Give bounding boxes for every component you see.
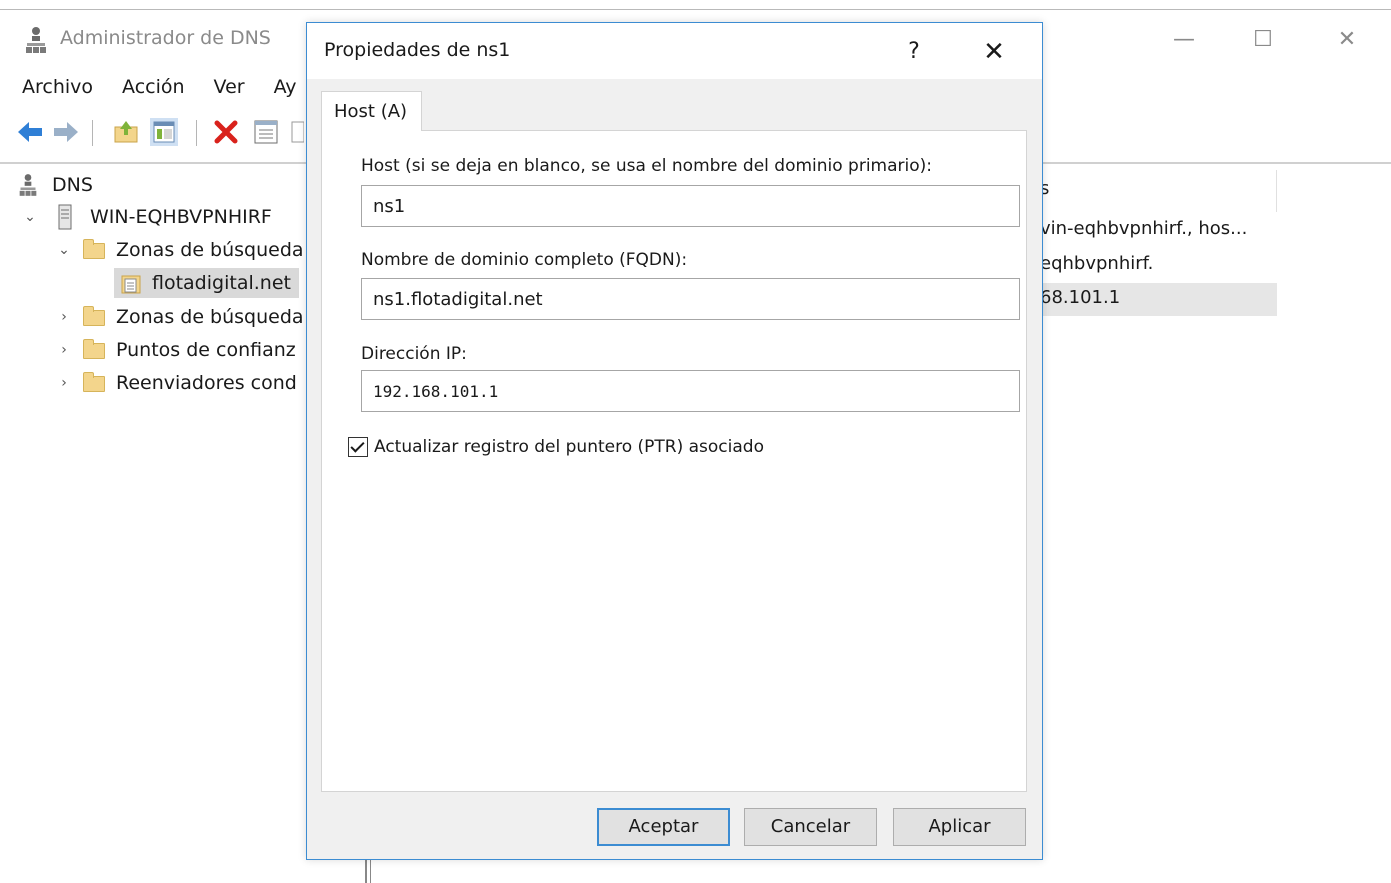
- help-button[interactable]: ?: [891, 31, 937, 73]
- tree-item-label: Zonas de búsqueda: [116, 306, 304, 328]
- dns-manager-icon: [19, 174, 37, 196]
- delete-icon[interactable]: [212, 118, 240, 146]
- menu-bar: Archivo Acción Ver Ay: [0, 70, 312, 106]
- ptr-checkbox-label[interactable]: Actualizar registro del puntero (PTR) as…: [374, 437, 764, 457]
- title-topline: [0, 9, 1391, 10]
- back-arrow-icon[interactable]: [16, 118, 44, 146]
- tab-panel: Host (si se deja en blanco, se usa el no…: [321, 130, 1027, 792]
- folder-icon: [82, 305, 106, 329]
- folder-icon: [82, 238, 106, 262]
- menu-archivo[interactable]: Archivo: [0, 70, 108, 106]
- server-icon: [58, 204, 72, 230]
- show-hide-tree-icon[interactable]: [150, 118, 178, 146]
- zone-file-icon: [121, 275, 141, 294]
- minimize-button[interactable]: —: [1161, 22, 1207, 58]
- menu-ver[interactable]: Ver: [200, 70, 260, 106]
- forward-arrow-icon[interactable]: [52, 118, 80, 146]
- tree-item-flotadigital[interactable]: flotadigital.net: [114, 268, 299, 298]
- ptr-checkbox-row[interactable]: Actualizar registro del puntero (PTR) as…: [348, 437, 764, 457]
- tree-item-conditional-forwarders[interactable]: › Reenviadores cond: [54, 368, 297, 398]
- close-window-button[interactable]: ✕: [1324, 22, 1370, 58]
- chevron-down-icon[interactable]: ⌄: [54, 240, 74, 260]
- chevron-right-icon[interactable]: ›: [54, 373, 74, 393]
- properties-icon[interactable]: [252, 118, 280, 146]
- tree-item-reverse-zones[interactable]: › Zonas de búsqueda: [54, 302, 304, 332]
- toolbar-separator: [196, 120, 197, 146]
- ok-button[interactable]: Aceptar: [597, 808, 730, 846]
- chevron-right-icon[interactable]: ›: [54, 340, 74, 360]
- dialog-title: Propiedades de ns1: [324, 39, 511, 61]
- ip-address-label: Dirección IP:: [361, 344, 467, 364]
- list-item[interactable]: vin-eqhbvpnhirf., hos...: [1040, 218, 1247, 239]
- ip-address-input[interactable]: [361, 370, 1020, 412]
- tab-host-a[interactable]: Host (A): [321, 91, 422, 131]
- export-list-icon[interactable]: [290, 118, 304, 146]
- folder-icon: [82, 338, 106, 362]
- check-mark-icon: [350, 438, 365, 453]
- console-tree: DNS ⌄ WIN-EQHBVPNHIRF ⌄ Zonas de búsqued…: [0, 168, 320, 883]
- chevron-down-icon[interactable]: ⌄: [20, 207, 40, 227]
- up-folder-icon[interactable]: [112, 118, 140, 146]
- tree-item-trust-points[interactable]: › Puntos de confianz: [54, 335, 296, 365]
- fqdn-label: Nombre de dominio completo (FQDN):: [361, 250, 688, 270]
- host-input[interactable]: [361, 185, 1020, 227]
- apply-button[interactable]: Aplicar: [893, 808, 1026, 846]
- menu-ayuda[interactable]: Ay: [260, 70, 312, 106]
- dns-manager-icon: [26, 27, 46, 53]
- menu-accion[interactable]: Acción: [108, 70, 200, 106]
- list-item[interactable]: 68.101.1: [1040, 287, 1120, 308]
- chevron-right-icon[interactable]: ›: [54, 307, 74, 327]
- tree-item-label: Reenviadores cond: [116, 372, 297, 394]
- tree-item-forward-zones[interactable]: ⌄ Zonas de búsqueda: [54, 235, 304, 265]
- app-title: Administrador de DNS: [60, 27, 271, 49]
- tree-item-label: Zonas de búsqueda: [116, 239, 304, 261]
- host-label: Host (si se deja en blanco, se usa el no…: [361, 156, 933, 176]
- maximize-button[interactable]: ☐: [1240, 22, 1286, 58]
- toolbar-separator: [92, 120, 93, 146]
- ptr-checkbox[interactable]: [348, 437, 368, 457]
- tree-item-label: WIN-EQHBVPNHIRF: [90, 206, 272, 228]
- tree-item-label: Puntos de confianz: [116, 339, 296, 361]
- close-dialog-button[interactable]: ✕: [971, 31, 1017, 73]
- properties-dialog: Propiedades de ns1 ? ✕ Host (A) Host (si…: [306, 22, 1043, 860]
- list-item[interactable]: eqhbvpnhirf.: [1040, 253, 1153, 274]
- column-separator[interactable]: [1276, 170, 1277, 212]
- tree-item-label: flotadigital.net: [152, 272, 291, 294]
- dialog-title-bar[interactable]: Propiedades de ns1 ? ✕: [307, 23, 1042, 79]
- cancel-button[interactable]: Cancelar: [744, 808, 877, 846]
- tree-item-label: DNS: [52, 174, 93, 196]
- tree-item-dns[interactable]: DNS: [18, 170, 93, 200]
- fqdn-field[interactable]: [361, 278, 1020, 320]
- folder-icon: [82, 371, 106, 395]
- tree-item-server[interactable]: ⌄ WIN-EQHBVPNHIRF: [20, 202, 272, 232]
